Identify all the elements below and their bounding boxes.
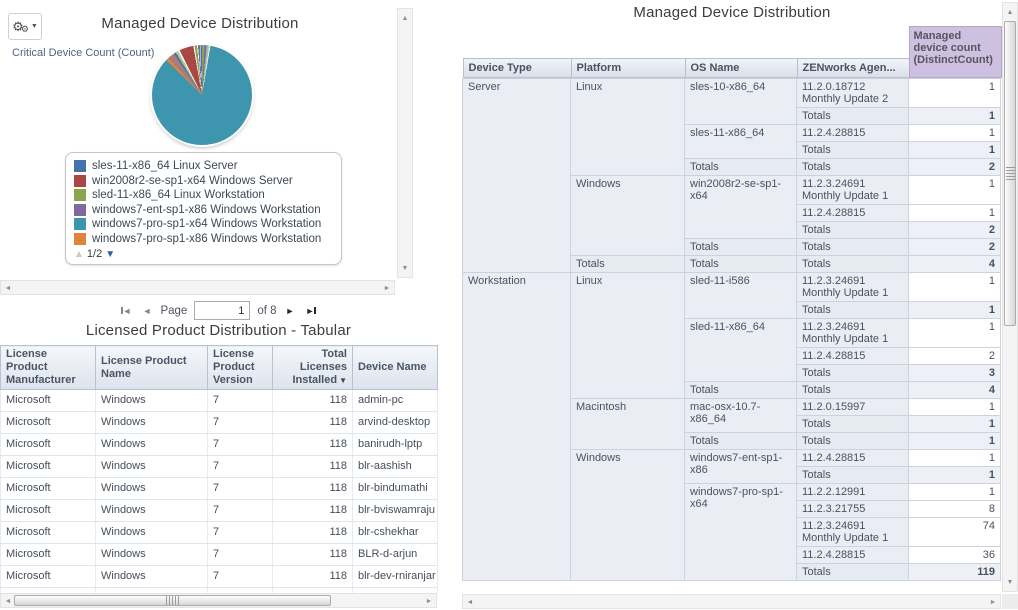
table-cell: windows7-ent-sp1-x86 [685, 450, 797, 484]
table-cell: sles-10-x86_64 [685, 79, 797, 125]
column-header[interactable]: Managed device count (DistinctCount) [909, 26, 1001, 79]
table-cell: 11.2.4.28815 [797, 547, 909, 564]
table-cell: sled-11-i586 [685, 273, 797, 319]
table-row[interactable]: ServerLinuxsles-10-x86_6411.2.0.18712 Mo… [463, 79, 1001, 108]
table-cell: windows7-pro-sp1-x64 [685, 484, 797, 581]
table-cell: 119 [909, 564, 1001, 581]
table-cell: 1 [909, 484, 1001, 501]
table-cell: 11.2.3.24691 Monthly Update 1 [797, 273, 909, 302]
table-cell: Totals [685, 382, 797, 399]
table-cell: Totals [797, 302, 909, 319]
table-cell: 4 [909, 256, 1001, 273]
table-cell: 36 [909, 547, 1001, 564]
table-cell: 1 [909, 79, 1001, 108]
managed-vscrollbar[interactable]: ▲ ▼ [1002, 2, 1018, 592]
scrollbar-corner [1002, 594, 1018, 609]
table-cell: Linux [571, 79, 685, 176]
table-cell: 4 [909, 382, 1001, 399]
table-cell: Totals [797, 108, 909, 125]
table-cell: Server [463, 79, 571, 273]
table-cell: 2 [909, 348, 1001, 365]
table-cell: Totals [685, 239, 797, 256]
scroll-left-icon[interactable]: ◄ [463, 595, 477, 609]
table-cell: Totals [797, 142, 909, 159]
scroll-up-icon[interactable]: ▲ [1003, 5, 1017, 19]
table-cell: 11.2.4.28815 [797, 205, 909, 222]
table-cell: 1 [909, 176, 1001, 205]
table-cell: 1 [909, 273, 1001, 302]
table-cell: 1 [909, 108, 1001, 125]
table-cell: 2 [909, 239, 1001, 256]
table-cell: 2 [909, 222, 1001, 239]
table-cell: 1 [909, 142, 1001, 159]
table-cell: Workstation [463, 273, 571, 581]
table-cell: 74 [909, 518, 1001, 547]
measure-header-highlighted: Managed device count (DistinctCount) [909, 26, 1002, 78]
table-cell: 11.2.3.24691 Monthly Update 1 [797, 176, 909, 205]
table-cell: sled-11-x86_64 [685, 319, 797, 382]
table-cell: Windows [571, 176, 685, 256]
column-header[interactable]: OS Name [685, 26, 797, 79]
vscroll-thumb[interactable] [1004, 21, 1016, 326]
scroll-grip-icon [1006, 167, 1015, 180]
table-cell: 1 [909, 205, 1001, 222]
managed-hscrollbar[interactable]: ◄ ► [462, 594, 1001, 609]
table-cell: 11.2.2.12991 [797, 484, 909, 501]
table-cell: 2 [909, 159, 1001, 176]
table-cell: Totals [797, 159, 909, 176]
table-cell: 11.2.0.18712 Monthly Update 2 [797, 79, 909, 108]
table-cell: Totals [797, 365, 909, 382]
table-cell: Totals [797, 239, 909, 256]
table-cell: 11.2.4.28815 [797, 125, 909, 142]
header-label: Device Type [463, 58, 572, 78]
table-cell: Totals [797, 467, 909, 484]
column-header[interactable]: Device Type [463, 26, 571, 79]
table-cell: mac-osx-10.7-x86_64 [685, 399, 797, 433]
table-cell: 11.2.0.15997 [797, 399, 909, 416]
table-cell: 3 [909, 365, 1001, 382]
table-cell: Totals [797, 222, 909, 239]
table-cell: Totals [685, 159, 797, 176]
header-label: ZENworks Agen... [797, 58, 910, 78]
header-label: OS Name [685, 58, 798, 78]
table-cell: 1 [909, 467, 1001, 484]
managed-panel: Managed Device Distribution Device TypeP… [0, 0, 1018, 610]
table-cell: 1 [909, 433, 1001, 450]
header-label: Platform [571, 58, 686, 78]
table-cell: 1 [909, 125, 1001, 142]
column-header[interactable]: ZENworks Agen... [797, 26, 909, 79]
managed-table-header-row: Device TypePlatformOS NameZENworks Agen.… [463, 26, 1001, 79]
table-cell: 1 [909, 416, 1001, 433]
table-cell: Totals [571, 256, 685, 273]
table-cell: 1 [909, 302, 1001, 319]
table-cell: 11.2.3.21755 [797, 501, 909, 518]
table-cell: Windows [571, 450, 685, 581]
dashboard: { "pie_panel": { "title": "Managed Devic… [0, 0, 1018, 610]
table-cell: 1 [909, 450, 1001, 467]
managed-panel-title: Managed Device Distribution [462, 4, 1002, 21]
column-header[interactable]: Platform [571, 26, 685, 79]
scroll-down-icon[interactable]: ▼ [1003, 575, 1017, 589]
table-cell: win2008r2-se-sp1-x64 [685, 176, 797, 239]
table-cell: Totals [797, 382, 909, 399]
table-cell: Totals [685, 256, 797, 273]
table-cell: Totals [797, 256, 909, 273]
table-cell: Totals [797, 416, 909, 433]
table-cell: Macintosh [571, 399, 685, 450]
table-cell: Totals [797, 564, 909, 581]
scroll-right-icon[interactable]: ► [986, 595, 1000, 609]
table-cell: 11.2.4.28815 [797, 450, 909, 467]
table-cell: 8 [909, 501, 1001, 518]
table-cell: Linux [571, 273, 685, 399]
table-cell: 11.2.4.28815 [797, 348, 909, 365]
table-cell: sles-11-x86_64 [685, 125, 797, 159]
table-cell: 11.2.3.24691 Monthly Update 1 [797, 518, 909, 547]
managed-table: Device TypePlatformOS NameZENworks Agen.… [462, 26, 1002, 594]
table-cell: 1 [909, 319, 1001, 348]
table-cell: 11.2.3.24691 Monthly Update 1 [797, 319, 909, 348]
table-row[interactable]: WorkstationLinuxsled-11-i58611.2.3.24691… [463, 273, 1001, 302]
table-cell: Totals [685, 433, 797, 450]
table-cell: 1 [909, 399, 1001, 416]
table-cell: Totals [797, 433, 909, 450]
